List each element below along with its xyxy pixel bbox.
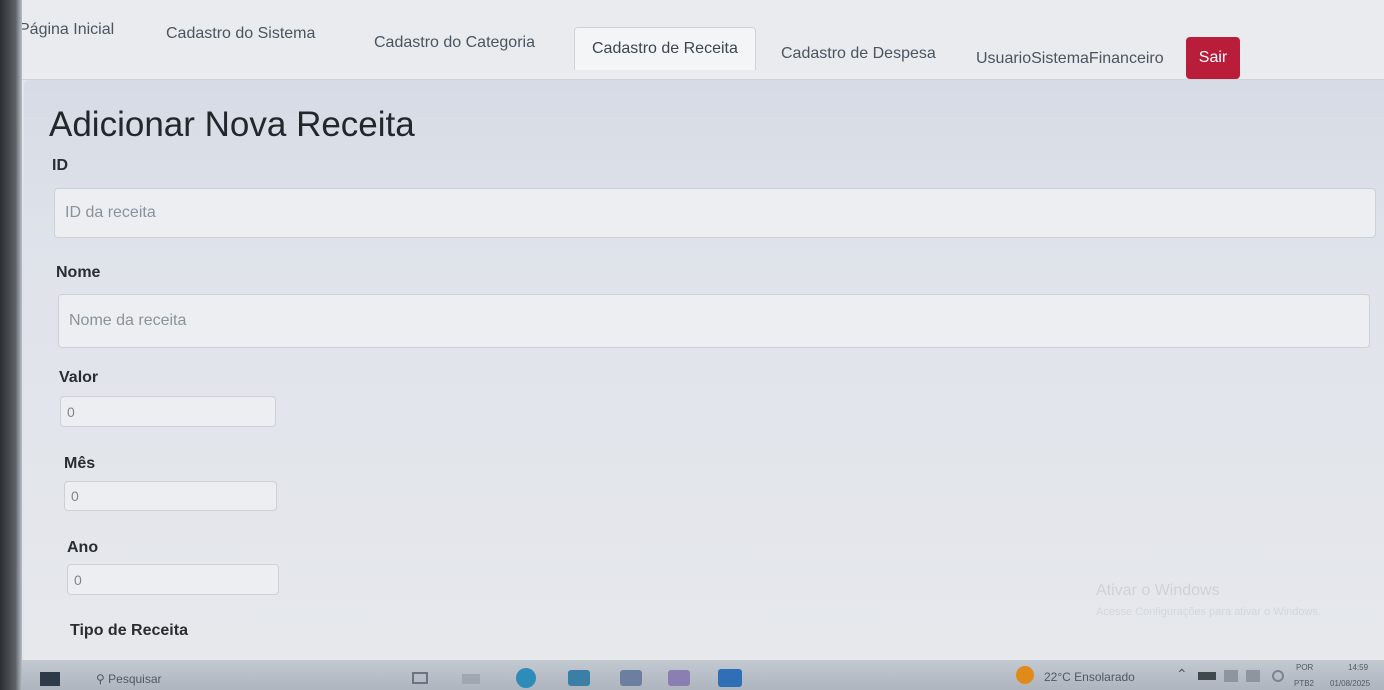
valor-label: Valor [59, 369, 99, 386]
taskbar-search[interactable]: ⚲ Pesquisar [96, 672, 162, 686]
language-indicator[interactable]: POR [1296, 663, 1313, 672]
id-field[interactable]: ID da receita [54, 188, 1376, 238]
screen: Página Inicial Cadastro do Sistema Cadas… [0, 0, 1384, 690]
page-title: Adicionar Nova Receita [49, 105, 415, 144]
weather-text: 22°C Ensolarado [1044, 670, 1135, 684]
edge-icon[interactable] [516, 668, 536, 688]
ano-field[interactable]: 0 [67, 564, 279, 595]
file-explorer-icon[interactable] [462, 674, 480, 684]
task-view-icon[interactable] [412, 672, 428, 684]
volume-icon[interactable] [1246, 670, 1260, 682]
pen-icon[interactable] [1272, 670, 1284, 682]
nav-item-cadastro-categoria[interactable]: Cadastro do Categoria [374, 34, 535, 52]
screen-bezel [0, 0, 22, 690]
mes-field[interactable]: 0 [64, 481, 277, 511]
logout-button[interactable]: Sair [1186, 37, 1240, 79]
app2-icon[interactable] [668, 670, 690, 686]
top-navbar: Página Inicial Cadastro do Sistema Cadas… [0, 0, 1384, 80]
nome-field[interactable]: Nome da receita [58, 294, 1370, 348]
id-label: ID [52, 157, 68, 174]
windows-start-icon[interactable] [40, 672, 60, 686]
search-icon: ⚲ [96, 672, 105, 686]
network-icon[interactable] [1224, 670, 1238, 682]
taskbar: ⚲ Pesquisar 22°C Ensolarado ⌃ POR PTB2 1… [0, 660, 1384, 690]
mes-label: Mês [64, 455, 96, 472]
nav-item-pagina-inicial[interactable]: Página Inicial [19, 21, 114, 39]
mes-value: 0 [71, 488, 79, 504]
ano-value: 0 [74, 571, 82, 588]
tipo-receita-label: Tipo de Receita [70, 622, 188, 639]
vscode-icon[interactable] [718, 669, 742, 687]
nome-label: Nome [56, 264, 101, 281]
valor-field[interactable]: 0 [60, 396, 276, 427]
clock-time[interactable]: 14:59 [1348, 663, 1368, 672]
valor-value: 0 [67, 403, 75, 420]
nav-item-cadastro-despesa[interactable]: Cadastro de Despesa [781, 45, 936, 63]
chevron-up-icon[interactable]: ⌃ [1176, 666, 1188, 683]
keyboard-layout[interactable]: PTB2 [1294, 679, 1314, 688]
nav-item-usuario-sistema[interactable]: UsuarioSistemaFinanceiro [976, 50, 1164, 68]
app-icon[interactable] [620, 670, 642, 686]
nav-item-cadastro-receita[interactable]: Cadastro de Receita [574, 27, 756, 70]
nav-item-cadastro-sistema[interactable]: Cadastro do Sistema [166, 25, 315, 43]
clock-date[interactable]: 01/08/2025 [1330, 679, 1370, 688]
battery-icon[interactable] [1198, 672, 1216, 680]
weather-icon [1016, 666, 1034, 684]
nome-placeholder: Nome da receita [69, 312, 187, 329]
windows-activation-title: Ativar o Windows [1096, 582, 1220, 599]
windows-activation-subtitle: Acesse Configurações para ativar o Windo… [1096, 606, 1321, 618]
ano-label: Ano [67, 539, 99, 556]
search-placeholder: Pesquisar [108, 672, 162, 686]
store-icon[interactable] [568, 670, 590, 686]
id-placeholder: ID da receita [65, 204, 156, 221]
